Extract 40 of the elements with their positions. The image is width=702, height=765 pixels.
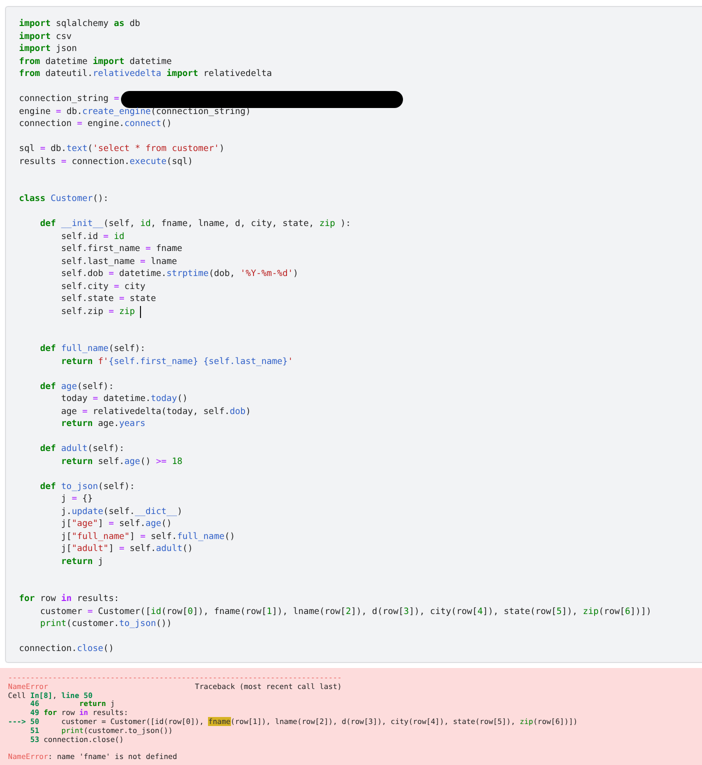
code-line: self.city = city [60,280,146,293]
code-line: class Customer(): [19,193,109,206]
code-line: self.last_name = lname [60,256,178,268]
code-line: results = connection.execute(sql) [19,156,193,168]
code-line: connection = engine.connect() [19,118,172,130]
code-line: j["adult"] = self.adult() [60,543,193,556]
code-line: self.first_name = fname [60,243,182,256]
code-line: def to_json(self): [39,480,135,493]
text-cursor [140,306,142,318]
code-line: self.id = id [60,230,124,243]
code-line: import csv [19,30,72,43]
code-line: def adult(self): [39,443,124,456]
code-line: return age.years [60,418,146,430]
code-line: import sqlalchemy as db [19,18,140,30]
code-line: self.zip = zip [60,306,136,318]
code-line: self.dob = datetime.strptime(dob, '%Y-%m-%d') [60,268,298,280]
code-line: print(customer.to_json()) [39,618,172,630]
code-line: return j [60,556,104,568]
code-line: today = datetime.today() [60,393,188,406]
code-line: self.state = state [60,293,156,306]
code-line: j.update(self.__dict__) [60,506,182,518]
code-line: j = {} [60,493,93,506]
code-line: return f'{self.first_name} {self.last_name}' [60,356,293,368]
code-line: engine = db.create_engine(connection_string) [19,106,251,118]
code-cell[interactable] [5,6,702,663]
code-line: sql = db.text('select * from customer') [19,143,225,156]
code-line: import json [19,43,77,56]
code-line: j["full_name"] = self.full_name() [60,530,236,543]
code-line: def full_name(self): [39,343,146,356]
code-line: def age(self): [39,380,114,393]
code-line: customer = Customer([id(row[0]), fname(row[1]), lname(row[2]), d(row[3]), city(row[4]), state(row[5]), zip(row[6])]) [39,606,652,618]
code-line: return self.age() >= 18 [60,456,182,468]
code-line: for row in results: [19,593,120,606]
code-line: connection.close() [19,643,114,656]
code-line: from dateutil.relativedelta import relativedelta [19,68,272,80]
code-line: age = relativedelta(today, self.dob) [60,406,251,418]
code-line: def __init__(self, id, fname, lname, d, city, state, zip ): [39,218,351,230]
code-line: from datetime import datetime [19,56,172,68]
code-line: connection_string = [19,93,120,106]
code-line: j["age"] = self.age() [60,518,172,530]
